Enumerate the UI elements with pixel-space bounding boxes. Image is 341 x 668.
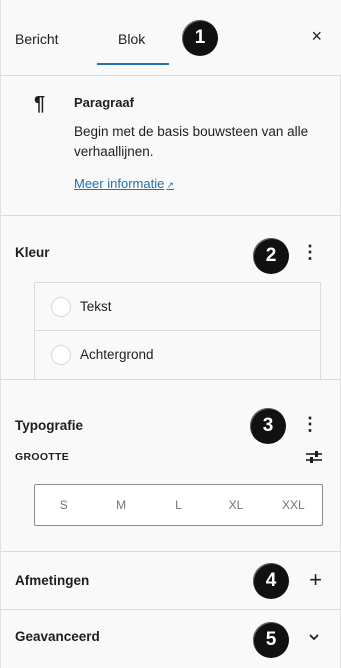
color-list: Tekst Achtergrond [34,282,321,380]
font-size-l[interactable]: L [150,485,207,525]
color-panel: Kleur 2 ⋮ Tekst Achtergrond [1,216,341,380]
typography-panel-title: Typografie [15,418,84,433]
external-link-icon: ↗ [166,180,174,190]
advanced-panel-title: Geavanceerd [15,629,100,644]
sliders-icon[interactable] [306,450,322,464]
font-size-xl[interactable]: XL [207,485,264,525]
active-tab-indicator [97,63,169,65]
color-item-label: Tekst [80,299,112,314]
font-size-m[interactable]: M [92,485,149,525]
block-description: Begin met de basis bouwsteen van alle ve… [74,124,309,159]
color-item-background[interactable]: Achtergrond [35,331,320,379]
step-badge-4: 4 [253,563,289,599]
tab-block[interactable]: Blok [118,31,145,47]
dimensions-panel-title: Afmetingen [15,573,90,588]
chevron-down-icon[interactable] [308,631,320,643]
sidebar-tabs: Bericht Blok × 1 [1,0,341,76]
typography-panel: Typografie 3 ⋮ GROOTTE S M L XL XXL [1,380,341,552]
block-settings-sidebar: Bericht Blok × 1 ¶ Paragraaf Begin met d… [0,0,341,668]
dimensions-panel[interactable]: Afmetingen 4 + [1,552,341,610]
step-badge-1: 1 [182,20,218,56]
paragraph-icon: ¶ [34,93,46,115]
font-size-picker: S M L XL XXL [34,484,323,526]
more-info-link-label: Meer informatie [74,176,165,191]
font-size-label: GROOTTE [15,451,70,463]
font-size-s[interactable]: S [35,485,92,525]
color-swatch [51,297,71,317]
block-card: ¶ Paragraaf Begin met de basis bouwsteen… [1,76,341,216]
step-badge-2: 2 [253,238,289,274]
block-title: Paragraaf [74,95,134,110]
color-panel-title: Kleur [15,245,50,260]
more-options-icon[interactable]: ⋮ [301,415,319,433]
tab-post[interactable]: Bericht [15,31,59,47]
more-options-icon[interactable]: ⋮ [301,243,319,261]
color-item-label: Achtergrond [80,347,154,362]
more-info-link[interactable]: Meer informatie ↗ [74,176,174,191]
plus-icon[interactable]: + [309,569,322,591]
step-badge-3: 3 [250,408,286,444]
color-item-text[interactable]: Tekst [35,283,320,331]
advanced-panel[interactable]: Geavanceerd 5 [1,610,341,668]
step-badge-5: 5 [253,622,289,658]
font-size-xxl[interactable]: XXL [265,485,322,525]
color-swatch [51,345,71,365]
close-icon[interactable]: × [311,26,322,46]
